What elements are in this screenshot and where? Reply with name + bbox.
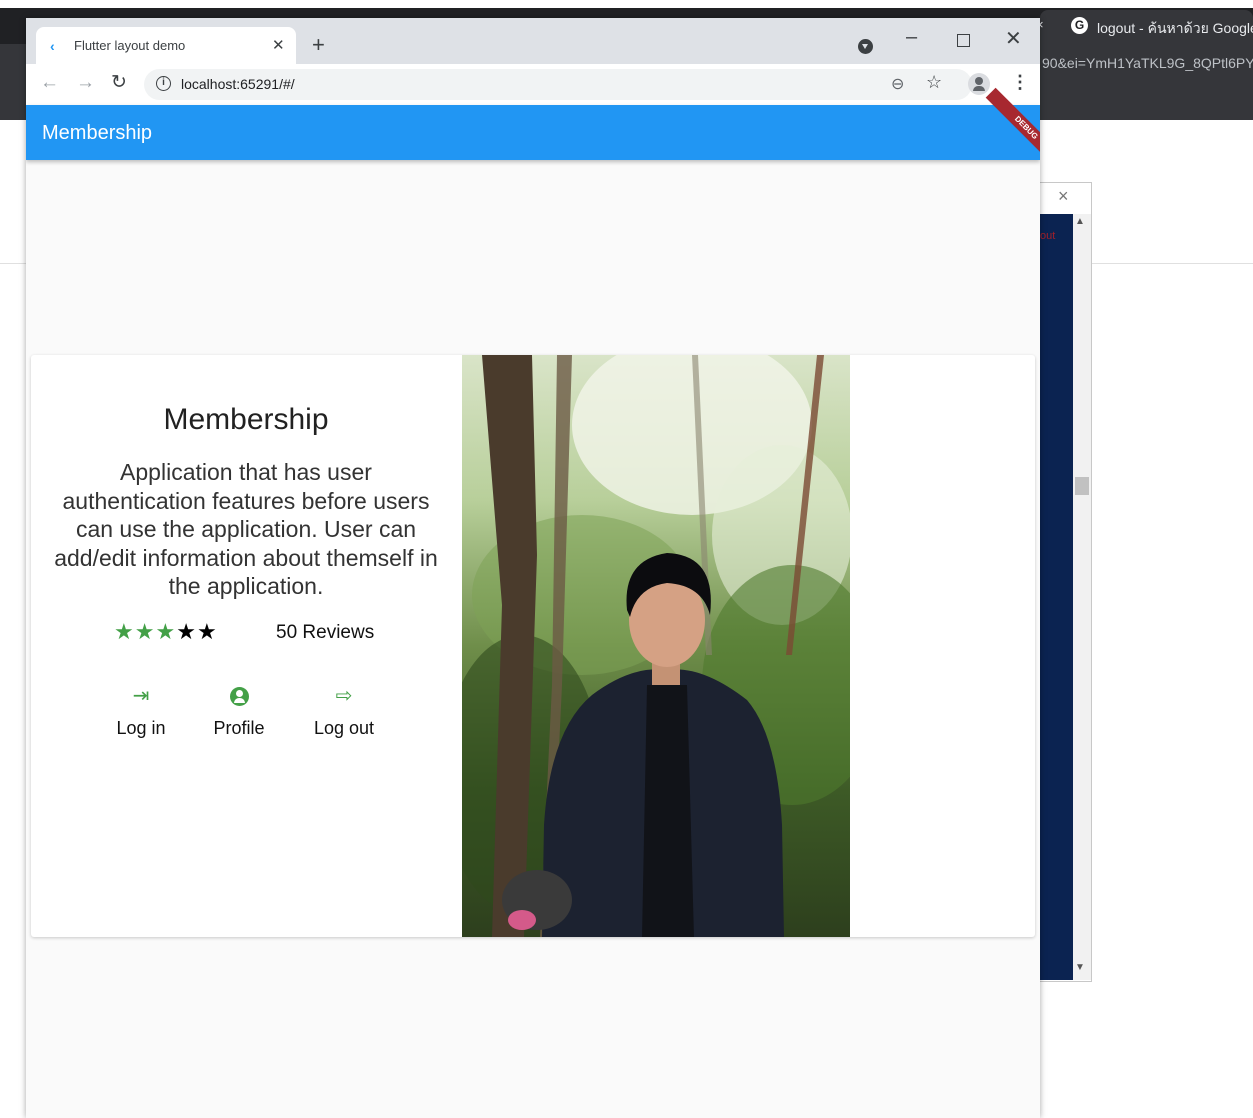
tab-close-icon[interactable]: ✕ [272, 36, 285, 54]
card-title: Membership [163, 403, 329, 436]
url-text[interactable]: localhost:65291/#/ [181, 76, 295, 92]
star-icon: ★ [155, 619, 177, 644]
star-icon: ★ [176, 619, 197, 644]
maximize-icon[interactable] [957, 34, 970, 47]
new-tab-icon[interactable]: + [312, 32, 325, 58]
media-control-icon[interactable] [858, 39, 873, 54]
app-bar [26, 105, 1040, 160]
logout-label: Log out [313, 718, 375, 738]
reviews-count: 50 Reviews [276, 622, 375, 643]
info-icon[interactable]: i [156, 76, 171, 91]
scroll-down-icon[interactable]: ▼ [1075, 962, 1085, 973]
forward-arrow-icon[interactable]: → [76, 72, 95, 94]
background-tab-title[interactable]: logout - ค้นหาด้วย Google [1097, 18, 1253, 40]
profile-button[interactable]: Profile [199, 684, 279, 739]
card-description: Application that has user authentication… [54, 459, 438, 599]
reload-icon[interactable]: ↻ [111, 71, 127, 94]
browser-window: ‹ Flutter layout demo ✕ + – ✕ ← → ↻ i lo… [26, 18, 1040, 1118]
scrollbar[interactable] [1073, 214, 1091, 980]
login-button[interactable]: ⇥ Log in [101, 684, 181, 739]
back-arrow-icon[interactable]: ← [40, 72, 59, 94]
star-icon: ★ [114, 619, 135, 644]
star-icon: ★ [196, 619, 218, 644]
logout-button[interactable]: ⇨ Log out [304, 684, 384, 739]
tab-title[interactable]: Flutter layout demo [74, 38, 185, 53]
star-icon: ★ [134, 619, 156, 644]
profile-label: Profile [213, 718, 265, 738]
background-url-text: 90&ei=YmH1YaTKL9G_8QPtl6PY [1042, 55, 1253, 71]
star-rating: ★★★★★ [114, 619, 218, 645]
account-icon[interactable] [968, 73, 990, 95]
login-icon: ⇥ [132, 685, 150, 707]
side-window-text: out [1040, 230, 1056, 242]
bookmark-star-icon[interactable]: ☆ [926, 72, 942, 93]
window-close-icon[interactable]: ✕ [1005, 26, 1022, 51]
minimize-icon[interactable]: – [906, 26, 917, 49]
app-bar-title: Membership [42, 122, 153, 144]
scroll-up-icon[interactable]: ▲ [1075, 216, 1085, 227]
menu-icon[interactable]: ⋮ [1011, 72, 1029, 93]
photo-illustration [462, 355, 850, 937]
account-circle-icon [199, 684, 279, 708]
scrollbar-thumb[interactable] [1075, 477, 1089, 495]
flutter-icon: ‹ [50, 38, 55, 54]
login-label: Log in [116, 718, 166, 738]
side-window-content [1040, 214, 1073, 980]
close-icon[interactable]: × [1058, 186, 1069, 207]
zoom-icon[interactable]: ⊖ [891, 74, 904, 94]
google-icon: G [1071, 17, 1088, 34]
logout-icon: ⇨ [335, 685, 353, 707]
profile-photo [462, 355, 850, 937]
